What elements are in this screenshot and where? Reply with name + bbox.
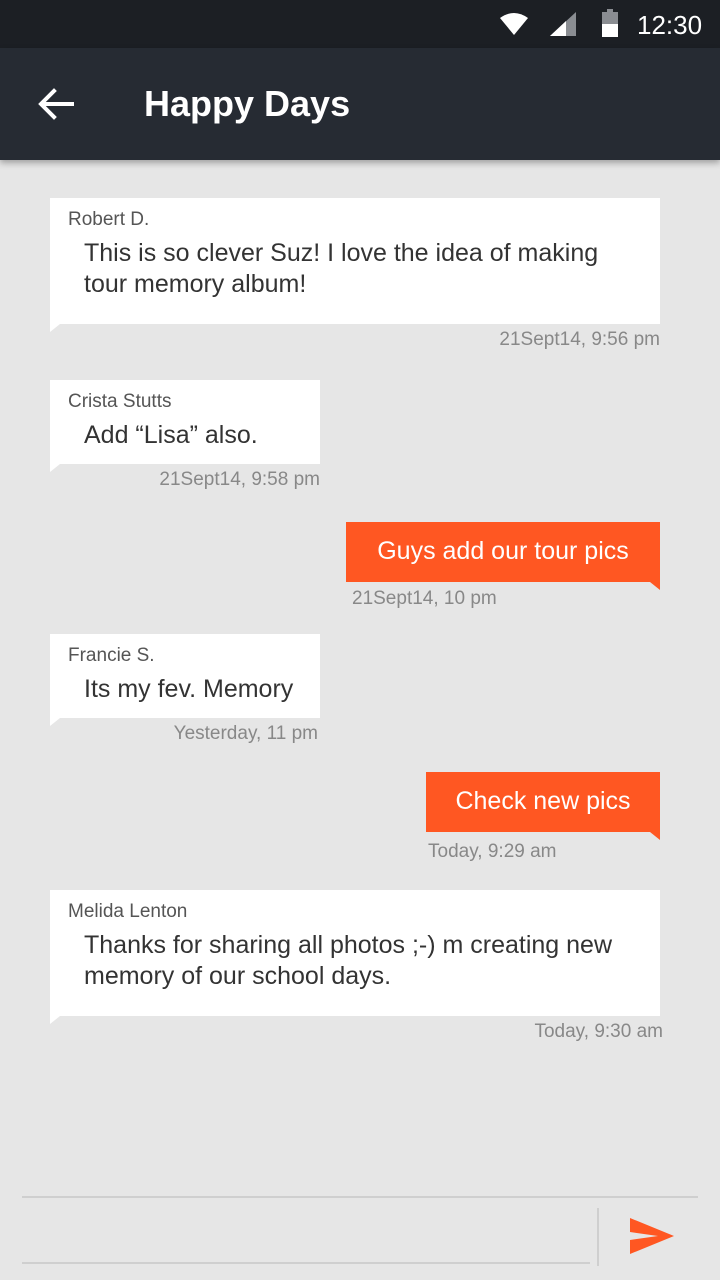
message-sender: Crista Stutts — [68, 391, 172, 412]
message-timestamp: 21Sept14, 9:58 pm — [159, 469, 320, 490]
message-sender: Melida Lenton — [68, 901, 188, 922]
arrow-left-icon[interactable] — [36, 86, 76, 122]
status-bar: 12:30 — [0, 0, 720, 48]
message-input[interactable] — [22, 1212, 590, 1264]
message-text: Check new pics — [455, 787, 631, 815]
incoming-message: Robert D. This is so clever Suz! I love … — [50, 198, 660, 332]
message-text: Thanks for sharing all photos ;-) m crea… — [84, 931, 613, 990]
outgoing-message: Guys add our tour pics — [346, 522, 660, 590]
message-text: Its my fev. Memory — [84, 675, 294, 703]
message-sender: Francie S. — [68, 645, 155, 666]
signal-icon — [550, 12, 576, 36]
incoming-message: Melida Lenton Thanks for sharing all pho… — [50, 890, 660, 1024]
message-timestamp: 21Sept14, 9:56 pm — [499, 329, 660, 350]
send-divider — [597, 1208, 599, 1266]
composer-divider — [22, 1196, 698, 1198]
page-title: Happy Days — [144, 83, 351, 124]
send-icon[interactable] — [628, 1216, 676, 1256]
status-time: 12:30 — [637, 10, 703, 40]
outgoing-message: Check new pics — [426, 772, 660, 840]
incoming-message: Crista Stutts Add “Lisa” also. — [50, 380, 320, 472]
incoming-message: Francie S. Its my fev. Memory — [50, 634, 320, 726]
battery-icon — [602, 9, 618, 37]
message-timestamp: Yesterday, 11 pm — [173, 723, 318, 744]
wifi-icon — [500, 13, 528, 35]
message-text: Add “Lisa” also. — [84, 421, 258, 449]
app-bar: Happy Days — [0, 48, 720, 160]
message-timestamp: 21Sept14, 10 pm — [352, 588, 497, 609]
message-timestamp: Today, 9:30 am — [534, 1021, 663, 1042]
message-timestamp: Today, 9:29 am — [428, 841, 557, 862]
message-text: This is so clever Suz! I love the idea o… — [84, 239, 599, 298]
message-sender: Robert D. — [68, 209, 150, 230]
message-text: Guys add our tour pics — [377, 537, 629, 565]
